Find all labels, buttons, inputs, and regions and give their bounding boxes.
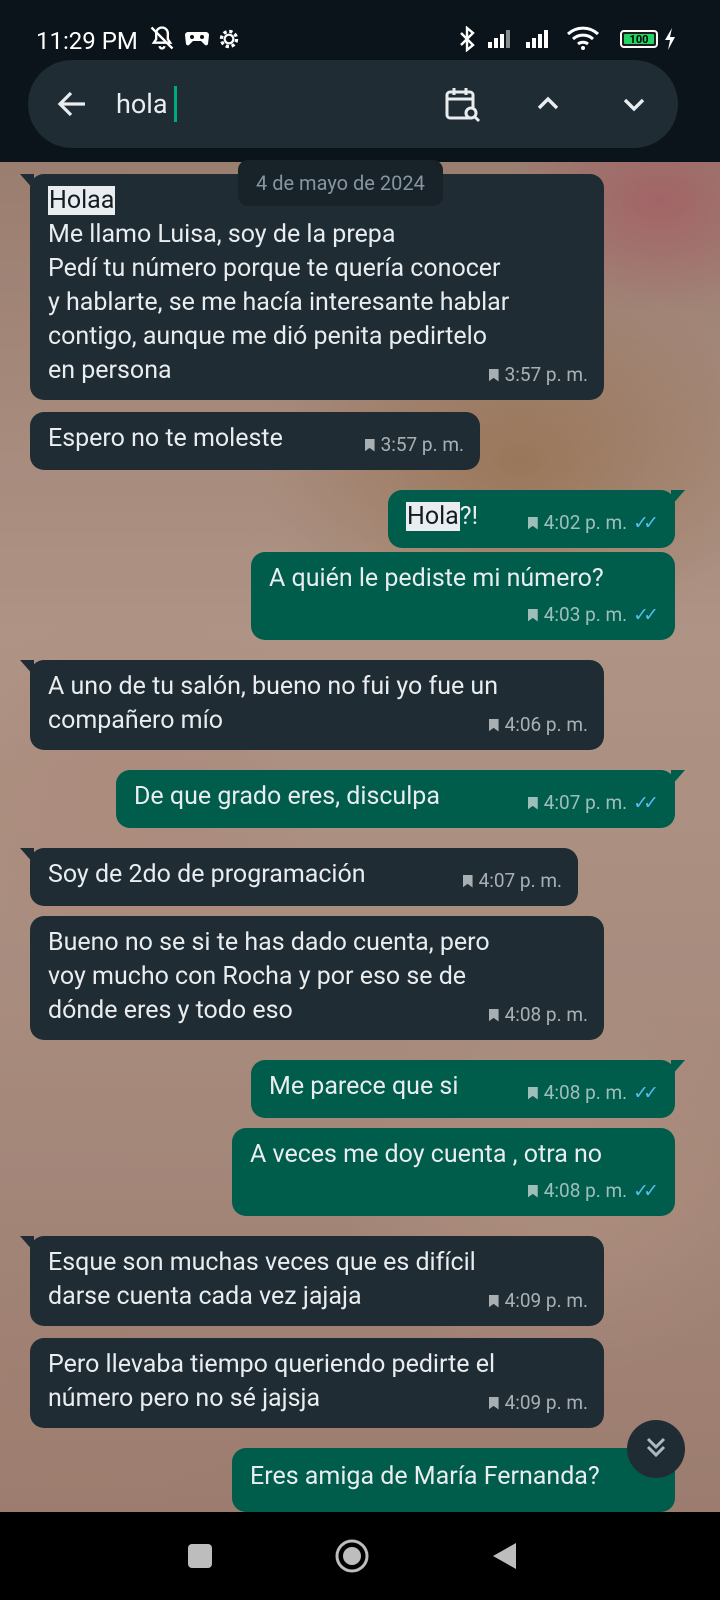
message-meta: 3:57 p. m.	[488, 358, 588, 392]
wifi-icon	[566, 26, 600, 54]
home-circle-icon[interactable]	[312, 1512, 392, 1600]
message-bubble-outgoing[interactable]: A quién le pediste mi número? 4:03 p. m.…	[251, 552, 675, 640]
message-text: A quién le pediste mi número?	[269, 564, 604, 593]
battery-icon: 100	[620, 30, 658, 48]
message-bubble-incoming[interactable]: A uno de tu salón, bueno no fui yo fue u…	[20, 660, 604, 750]
read-receipt-icon: ✓✓	[633, 1179, 659, 1202]
message-bubble-incoming[interactable]: Soy de 2do de programación 4:07 p. m.	[20, 848, 578, 906]
message-bubble-incoming[interactable]: Pero llevaba tiempo queriendo pedirte el…	[30, 1338, 604, 1428]
read-receipt-icon: ✓✓	[633, 603, 659, 626]
bookmark-icon	[527, 796, 538, 810]
settings-gear-icon	[216, 26, 242, 56]
message-meta: 3:57 p. m.	[364, 428, 464, 462]
signal-icon	[488, 30, 510, 48]
message-text: A veces me doy cuenta , otra no	[250, 1140, 603, 1169]
message-bubble-incoming[interactable]: Espero no te moleste 3:57 p. m.	[30, 412, 480, 470]
message-meta: 4:08 p. m. ✓✓	[527, 1174, 659, 1208]
system-nav-bar	[0, 1512, 720, 1600]
bookmark-icon	[527, 608, 538, 622]
chevron-down-icon[interactable]	[610, 80, 658, 128]
charging-icon	[664, 28, 676, 54]
text-caret	[174, 86, 177, 122]
bookmark-icon	[364, 438, 375, 452]
bookmark-icon	[488, 1008, 499, 1022]
message-meta: 4:03 p. m. ✓✓	[527, 598, 659, 632]
search-bar	[28, 60, 678, 148]
double-chevron-down-icon	[641, 1432, 671, 1466]
message-meta: 4:08 p. m. ✓✓	[527, 1076, 659, 1110]
message-bubble-outgoing[interactable]: Hola?! 4:02 p. m. ✓✓	[388, 490, 685, 548]
bookmark-icon	[488, 1294, 499, 1308]
date-chip: 4 de mayo de 2024	[238, 160, 443, 206]
search-highlight: Holaa	[48, 186, 116, 215]
message-bubble-outgoing[interactable]: A veces me doy cuenta , otra no 4:08 p. …	[232, 1128, 675, 1216]
mute-notifications-icon	[148, 24, 176, 56]
gamepad-icon	[184, 28, 210, 52]
message-meta: 4:07 p. m. ✓✓	[527, 786, 659, 820]
message-bubble-incoming[interactable]: Bueno no se si te has dado cuenta, pero …	[30, 916, 604, 1040]
bluetooth-icon	[456, 25, 478, 56]
message-meta: 4:07 p. m.	[462, 864, 562, 898]
message-bubble-incoming[interactable]: Esque son muchas veces que es difícil da…	[20, 1236, 604, 1326]
bookmark-icon	[527, 516, 538, 530]
signal-icon	[526, 30, 548, 48]
message-bubble-outgoing[interactable]: Me parece que si 4:08 p. m. ✓✓	[251, 1060, 685, 1118]
bookmark-icon	[488, 718, 499, 732]
read-receipt-icon: ✓✓	[633, 1081, 659, 1104]
status-time: 11:29 PM	[36, 27, 138, 55]
message-meta: 4:09 p. m.	[488, 1284, 588, 1318]
message-bubble-incoming[interactable]: Holaa Me llamo Luisa, soy de la prepa Pe…	[20, 174, 604, 400]
recents-square-icon[interactable]	[160, 1512, 240, 1600]
read-receipt-icon: ✓✓	[633, 791, 659, 814]
bookmark-icon	[527, 1086, 538, 1100]
bookmark-icon	[462, 874, 473, 888]
message-meta: 4:09 p. m.	[488, 1386, 588, 1420]
bookmark-icon	[527, 1184, 538, 1198]
calendar-search-icon[interactable]	[438, 80, 486, 128]
message-bubble-outgoing[interactable]: Eres amiga de María Fernanda?	[232, 1448, 675, 1512]
back-arrow-icon[interactable]	[52, 84, 92, 124]
message-meta: 4:08 p. m.	[488, 998, 588, 1032]
scroll-to-bottom-button[interactable]	[627, 1420, 685, 1478]
message-meta: 4:02 p. m. ✓✓	[527, 506, 659, 540]
search-input[interactable]	[116, 82, 416, 126]
chevron-up-icon[interactable]	[524, 80, 572, 128]
back-triangle-icon[interactable]	[464, 1512, 544, 1600]
status-bar: 11:29 PM 100	[0, 0, 720, 60]
message-meta: 4:06 p. m.	[488, 708, 588, 742]
bookmark-icon	[488, 1396, 499, 1410]
bookmark-icon	[488, 368, 499, 382]
message-text: Eres amiga de María Fernanda?	[250, 1462, 600, 1491]
search-highlight: Hola	[406, 502, 460, 531]
message-bubble-outgoing[interactable]: De que grado eres, disculpa 4:07 p. m. ✓✓	[116, 770, 685, 828]
read-receipt-icon: ✓✓	[633, 511, 659, 534]
